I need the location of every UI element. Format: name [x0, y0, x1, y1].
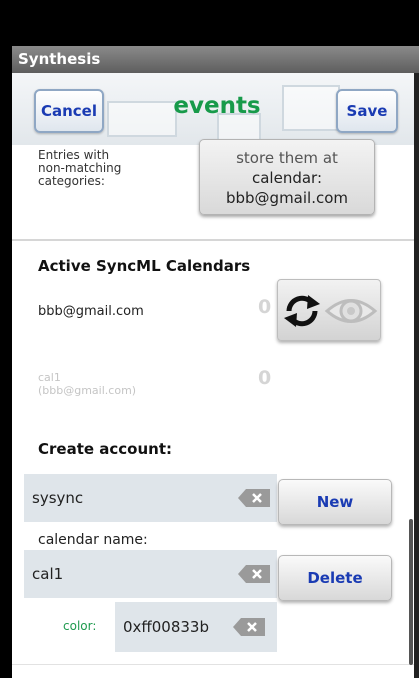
sync-icon[interactable] [280, 292, 324, 330]
active-calendars-title: Active SyncML Calendars [38, 257, 251, 275]
section-divider [12, 664, 414, 665]
calendar-name-bbb: bbb@gmail.com [38, 304, 144, 319]
store-button-line: calendar: [251, 169, 322, 187]
color-label: color: [63, 619, 97, 633]
section-divider [12, 239, 414, 241]
color-input-value: 0xff00833b [123, 618, 209, 636]
calendar-name-line: (bbb@gmail.com) [38, 384, 137, 397]
save-button[interactable]: Save [336, 89, 398, 133]
eye-icon[interactable] [324, 290, 378, 332]
nonmatching-categories-label: Entries with non-matching categories: [38, 149, 188, 188]
clear-icon[interactable] [238, 489, 270, 507]
status-bar [0, 0, 419, 46]
cancel-button[interactable]: Cancel [34, 89, 104, 133]
store-button-line: bbb@gmail.com [225, 189, 349, 207]
color-input[interactable]: 0xff00833b [115, 602, 277, 652]
calendar-name-cal1: cal1 (bbb@gmail.com) [38, 371, 136, 397]
app-title-bar: Synthesis [12, 46, 419, 73]
header-decoration [282, 85, 340, 131]
delete-button[interactable]: Delete [278, 555, 392, 601]
calendar-count: 0 [258, 296, 272, 318]
clear-icon[interactable] [233, 618, 265, 636]
calendar-name-label: calendar name: [38, 532, 148, 548]
header-bar: Cancel events Save [12, 73, 414, 145]
calendar-name-line: cal1 [38, 371, 61, 384]
calendar-count: 0 [258, 367, 272, 389]
create-account-title: Create account: [38, 440, 173, 458]
page-title: events [173, 93, 261, 119]
calendar-name-input-value: cal1 [32, 565, 64, 583]
scrollbar[interactable] [409, 519, 413, 665]
sync-controls[interactable] [277, 279, 381, 341]
clear-icon[interactable] [238, 565, 270, 583]
store-button-line: store them at [236, 149, 338, 167]
new-account-button[interactable]: New [278, 479, 392, 525]
account-input-value: sysync [32, 489, 84, 507]
label-line: categories: [38, 174, 105, 188]
events-screen: Cancel events Save Entries with non-matc… [12, 73, 414, 678]
store-calendar-button[interactable]: store them at calendar: bbb@gmail.com [199, 139, 375, 215]
account-input[interactable]: sysync [24, 474, 277, 522]
calendar-name-input[interactable]: cal1 [24, 550, 277, 598]
window-edge [414, 73, 419, 678]
